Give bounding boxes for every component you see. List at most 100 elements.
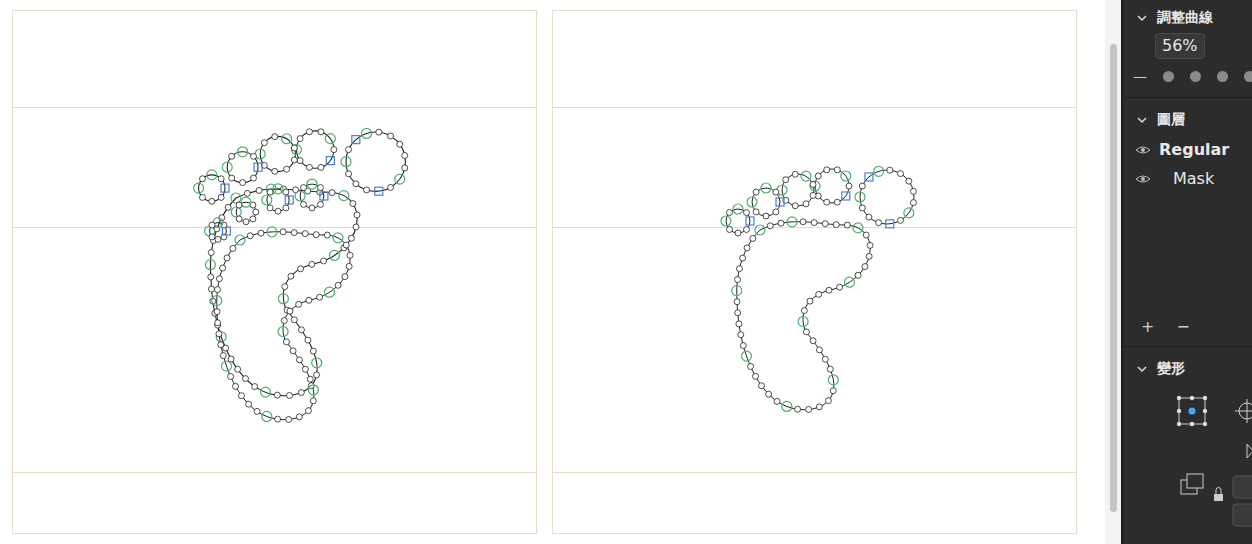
smooth-node[interactable] <box>329 250 339 260</box>
node[interactable] <box>834 167 840 173</box>
node[interactable] <box>275 416 281 422</box>
node[interactable] <box>208 286 214 292</box>
node[interactable] <box>735 277 741 283</box>
node[interactable] <box>811 220 817 226</box>
node[interactable] <box>773 189 779 195</box>
node[interactable] <box>216 331 222 337</box>
node[interactable] <box>783 177 789 183</box>
layer-row[interactable]: Mask <box>1123 164 1252 193</box>
node[interactable] <box>350 201 356 207</box>
smooth-node[interactable] <box>231 193 241 203</box>
node[interactable] <box>740 255 746 261</box>
node[interactable] <box>281 318 287 324</box>
node[interactable] <box>291 145 297 151</box>
node[interactable] <box>215 320 221 326</box>
node[interactable] <box>825 398 831 404</box>
smooth-node[interactable] <box>295 191 305 201</box>
node[interactable] <box>313 232 319 238</box>
smooth-node[interactable] <box>747 197 757 207</box>
node[interactable] <box>215 236 221 242</box>
smooth-node[interactable] <box>333 233 343 243</box>
node[interactable] <box>252 384 258 390</box>
smooth-node[interactable] <box>341 157 351 167</box>
node[interactable] <box>296 414 302 420</box>
node[interactable] <box>324 232 330 238</box>
node[interactable] <box>866 253 872 259</box>
smooth-node[interactable] <box>231 207 241 217</box>
corner-node[interactable] <box>865 173 873 181</box>
node[interactable] <box>272 168 278 174</box>
section-header[interactable]: 圖層 <box>1123 102 1252 135</box>
node[interactable] <box>876 220 882 226</box>
node[interactable] <box>247 233 253 239</box>
node[interactable] <box>810 182 816 188</box>
smooth-node[interactable] <box>733 204 743 214</box>
section-header[interactable]: 調整曲線 <box>1123 0 1252 33</box>
node[interactable] <box>792 203 798 209</box>
node[interactable] <box>235 366 241 372</box>
node[interactable] <box>906 178 912 184</box>
node[interactable] <box>806 406 812 412</box>
smooth-node[interactable] <box>278 327 288 337</box>
node[interactable] <box>844 222 850 228</box>
node[interactable] <box>236 202 242 208</box>
node[interactable] <box>866 214 872 220</box>
corner-node[interactable] <box>375 187 383 195</box>
eye-icon[interactable] <box>1135 145 1151 155</box>
node[interactable] <box>250 153 256 159</box>
remove-layer-button[interactable]: − <box>1176 317 1189 336</box>
node[interactable] <box>208 274 214 280</box>
node[interactable] <box>810 338 816 344</box>
node[interactable] <box>348 235 354 241</box>
node[interactable] <box>302 366 308 372</box>
node[interactable] <box>310 398 316 404</box>
smooth-node[interactable] <box>798 317 808 327</box>
preset-dot[interactable] <box>1244 71 1252 82</box>
smooth-node[interactable] <box>828 375 838 385</box>
smooth-node[interactable] <box>205 260 215 270</box>
node[interactable] <box>859 183 865 189</box>
glyph-box[interactable] <box>552 10 1077 534</box>
node[interactable] <box>286 416 292 422</box>
node[interactable] <box>910 200 916 206</box>
node[interactable] <box>735 310 741 316</box>
node[interactable] <box>283 205 289 211</box>
node[interactable] <box>736 266 742 272</box>
node[interactable] <box>834 199 840 205</box>
smooth-node[interactable] <box>339 191 349 201</box>
chevron-icon[interactable] <box>1137 14 1147 22</box>
smooth-node[interactable] <box>362 128 372 138</box>
node[interactable] <box>305 408 311 414</box>
smooth-node[interactable] <box>207 170 217 180</box>
smooth-node[interactable] <box>262 195 272 205</box>
node[interactable] <box>898 171 904 177</box>
smooth-node[interactable] <box>312 358 322 368</box>
node[interactable] <box>220 353 226 359</box>
node[interactable] <box>816 347 822 353</box>
smooth-node[interactable] <box>810 181 820 191</box>
smooth-node[interactable] <box>742 351 752 361</box>
node[interactable] <box>803 329 809 335</box>
layer-row[interactable]: Regular <box>1123 135 1252 164</box>
node[interactable] <box>256 187 262 193</box>
node[interactable] <box>236 216 242 222</box>
node[interactable] <box>753 189 759 195</box>
smooth-node[interactable] <box>262 411 272 421</box>
smooth-node[interactable] <box>853 223 863 233</box>
node[interactable] <box>283 189 289 195</box>
node[interactable] <box>753 373 759 379</box>
origin-box-icon[interactable] <box>1179 398 1205 424</box>
node[interactable] <box>208 250 214 256</box>
corner-node[interactable] <box>746 217 754 225</box>
contour[interactable] <box>297 131 334 168</box>
chevron-icon[interactable] <box>1137 116 1147 124</box>
node[interactable] <box>753 209 759 215</box>
preset-dot[interactable] <box>1190 71 1201 82</box>
preset-dot[interactable] <box>1217 71 1228 82</box>
node[interactable] <box>867 242 873 248</box>
node[interactable] <box>297 136 303 142</box>
smooth-node[interactable] <box>395 174 405 184</box>
node[interactable] <box>216 276 222 282</box>
node[interactable] <box>309 261 315 267</box>
node[interactable] <box>218 194 224 200</box>
